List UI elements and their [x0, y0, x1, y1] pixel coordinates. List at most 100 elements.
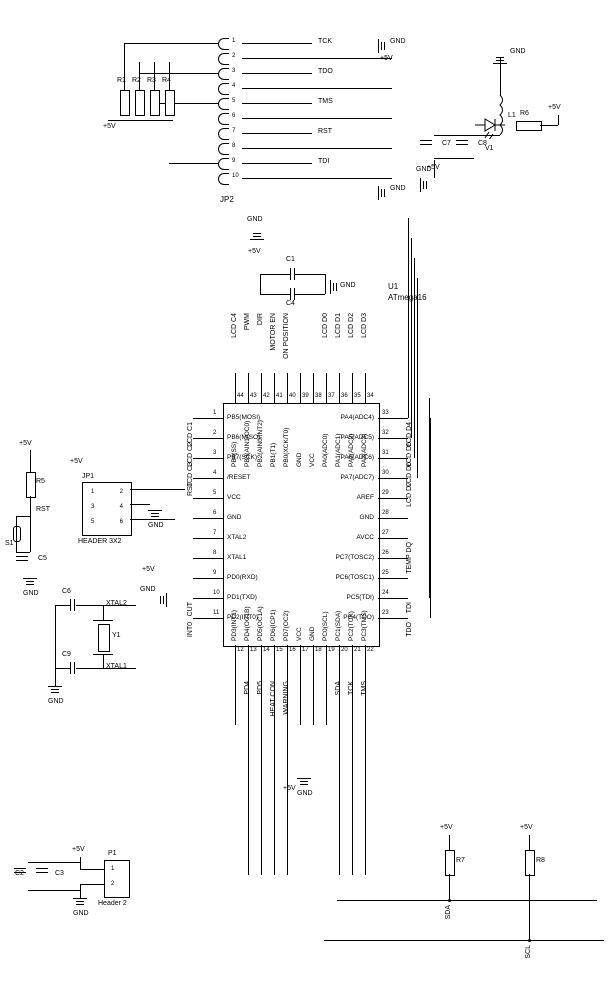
pin-wire [274, 645, 275, 675]
wire [76, 668, 136, 669]
aref-gnd-lbl: GND [416, 166, 432, 173]
pin-num: 35 [354, 393, 361, 399]
wire [242, 148, 392, 149]
pin-num: 17 [302, 647, 309, 653]
wire [154, 103, 218, 104]
resistor-r8 [525, 850, 535, 876]
pin-wire [193, 618, 223, 619]
wire [408, 218, 409, 418]
wire [339, 675, 340, 875]
sda-label: SDA [445, 905, 452, 919]
pin-wire [235, 373, 236, 403]
pin-wire [193, 418, 223, 419]
wire [261, 675, 262, 875]
wire [242, 133, 312, 134]
pin-name: PA1(ADC1) [335, 407, 342, 467]
wire [235, 675, 236, 725]
pin-name: PC7(TOSC2) [324, 554, 374, 561]
jp1-type: HEADER 3X2 [78, 538, 122, 545]
wire [139, 62, 140, 90]
pin-num: 42 [263, 393, 270, 399]
pin-num: 33 [382, 410, 389, 416]
wire [30, 450, 31, 472]
wire [540, 125, 558, 126]
jp2-pin-num: 8 [232, 143, 235, 149]
rst-net: RST [36, 506, 50, 513]
pin-wire [339, 373, 340, 403]
jp2-gnd-lbl: GND [390, 38, 406, 45]
wire [80, 884, 104, 885]
pin-name: PC0(SCL) [322, 581, 329, 641]
pin-wire [378, 558, 408, 559]
pin-name: PD3(INT1) [231, 581, 238, 641]
pin18-gnd-lbl: GND [297, 790, 313, 797]
wire [80, 857, 81, 869]
wire [260, 274, 290, 275]
pin-wire [193, 598, 223, 599]
resistor-r1 [120, 90, 130, 116]
r8-label: R8 [536, 857, 545, 864]
jp2-gnd2-lbl: GND [390, 185, 406, 192]
resistor-r3 [150, 90, 160, 116]
jp2-contact [218, 68, 229, 80]
pin6-gnd-lbl: GND [140, 586, 156, 593]
pin-name: PD4(OC1B) [244, 581, 251, 641]
pin-wire [378, 438, 408, 439]
pin-wire [300, 645, 301, 675]
s1-label: S1 [5, 540, 14, 547]
net-label: LCD D2 [348, 313, 355, 338]
pin-wire [193, 578, 223, 579]
top-gnd-39-lbl: GND [247, 216, 263, 223]
pin-num: 1 [213, 410, 216, 416]
switch-s1 [13, 526, 21, 542]
jp2-net-label: RST [318, 128, 332, 135]
wire [55, 605, 70, 606]
pin-wire [248, 373, 249, 403]
pin-wire [378, 498, 408, 499]
pin-num: 36 [341, 393, 348, 399]
pin-name: VCC [227, 494, 241, 501]
wire [295, 274, 325, 275]
pin-num: 21 [354, 647, 361, 653]
xtal-gnd [48, 686, 62, 696]
wire [16, 516, 30, 517]
pin-name: GND [227, 514, 241, 521]
net-label: CUT [187, 602, 194, 616]
wire [242, 58, 392, 59]
resistor-r4 [165, 90, 175, 116]
p1-type: Header 2 [98, 900, 127, 907]
pin-wire [193, 458, 223, 459]
p1-5v: +5V [72, 846, 85, 853]
aref-gnd [420, 178, 430, 192]
wire [274, 675, 275, 875]
top-vcc-5v: +5V [248, 248, 261, 255]
pin-name: AVCC [324, 534, 374, 541]
pin-num: 38 [315, 393, 322, 399]
pin-wire [313, 645, 314, 675]
jp2-5v-lbl: +5V [380, 55, 393, 62]
pin-wire [287, 645, 288, 675]
scl-wire [324, 940, 604, 941]
net-label: LCD D0 [322, 313, 329, 338]
pin-name: PB0(XCK/T0) [283, 407, 290, 467]
pin-num: 2 [213, 430, 216, 436]
scl-label: SCL [525, 945, 532, 959]
pin-num: 25 [382, 570, 389, 576]
pin-num: 24 [382, 590, 389, 596]
pin-name: PD6(ICP1) [270, 581, 277, 641]
wire [130, 519, 175, 520]
net-label: LCD D3 [361, 313, 368, 338]
pin-name: PC2(TCK) [348, 581, 355, 641]
rst-gnd-lbl: GND [23, 590, 39, 597]
pin-num: 23 [382, 610, 389, 616]
wire [154, 62, 155, 90]
wire [325, 274, 326, 294]
wire [242, 118, 392, 119]
pin-wire [235, 645, 236, 675]
r8-5v: +5V [520, 824, 533, 831]
c1c4-gnd [330, 280, 340, 294]
top-5v-label: +5V [103, 123, 116, 130]
pin-name: VCC [309, 407, 316, 467]
pin-name: PC6(TOSC1) [324, 574, 374, 581]
wire [287, 675, 288, 875]
